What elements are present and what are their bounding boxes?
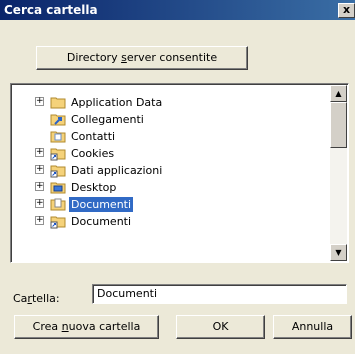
tree-item[interactable]: + Desktop: [11, 179, 331, 196]
expand-icon[interactable]: +: [35, 97, 44, 106]
tree-item-label: Cookies: [71, 147, 115, 160]
tree-item[interactable]: + Dati applicazioni: [11, 162, 331, 179]
folder-tree[interactable]: + Application Data Collegamenti Contatti + Co…: [10, 83, 349, 263]
tree-item-label: Contatti: [71, 130, 116, 143]
scroll-down-button[interactable]: ▼: [330, 244, 347, 261]
tree-vertical-scrollbar[interactable]: ▲ ▼: [330, 85, 347, 261]
expand-icon[interactable]: +: [35, 199, 44, 208]
tree-item[interactable]: + Cookies: [11, 145, 331, 162]
expand-icon[interactable]: +: [35, 182, 44, 191]
browse-folder-dialog: Cerca cartella x Directory server consen…: [0, 0, 355, 354]
tree-item[interactable]: + Documenti: [11, 213, 331, 230]
new-folder-label-post: uova cartella: [68, 320, 141, 333]
allowed-servers-label-pre: Directory: [66, 51, 122, 64]
contacts-folder-icon: [50, 128, 66, 144]
tree-item[interactable]: + Application Data: [11, 94, 331, 111]
title-bar[interactable]: Cerca cartella x: [0, 0, 355, 20]
tree-item-label: Application Data: [71, 96, 163, 109]
allowed-servers-button[interactable]: Directory server consentite: [36, 46, 248, 70]
scroll-thumb[interactable]: [330, 102, 347, 148]
shortcut-folder-icon: [50, 145, 66, 161]
desktop-folder-icon: [50, 179, 66, 195]
close-button[interactable]: x: [338, 3, 355, 18]
tree-item[interactable]: Contatti: [11, 128, 331, 145]
expand-icon[interactable]: +: [35, 148, 44, 157]
folder-input[interactable]: [92, 284, 347, 304]
expand-icon[interactable]: +: [35, 165, 44, 174]
cancel-button[interactable]: Annulla: [273, 315, 352, 339]
new-folder-label-pre: Crea: [32, 320, 62, 333]
new-folder-button[interactable]: Crea nuova cartella: [14, 315, 159, 339]
allowed-servers-label-post: erver consentite: [126, 51, 218, 64]
links-folder-icon: [50, 111, 66, 127]
window-title: Cerca cartella: [4, 3, 98, 17]
folder-icon: [50, 94, 66, 110]
tree-item-label: Documenti: [67, 196, 135, 213]
expand-icon[interactable]: +: [35, 216, 44, 225]
ok-button[interactable]: OK: [176, 315, 265, 339]
scroll-up-button[interactable]: ▲: [330, 85, 347, 102]
documents-folder-icon: [50, 196, 66, 212]
folder-label-post: tella:: [31, 292, 60, 305]
folder-field-label: Cartella:: [13, 292, 60, 306]
tree-item-label: Desktop: [71, 181, 117, 194]
new-folder-label-accel: n: [61, 320, 69, 333]
tree-item-label: Documenti: [71, 215, 132, 228]
tree-item-label: Dati applicazioni: [71, 164, 163, 177]
shortcut-folder-icon: [50, 213, 66, 229]
folder-label-pre: Ca: [13, 292, 28, 305]
tree-item-label: Collegamenti: [71, 113, 144, 126]
shortcut-folder-icon: [50, 162, 66, 178]
tree-item[interactable]: + Documenti: [11, 196, 331, 213]
tree-item[interactable]: Collegamenti: [11, 111, 331, 128]
